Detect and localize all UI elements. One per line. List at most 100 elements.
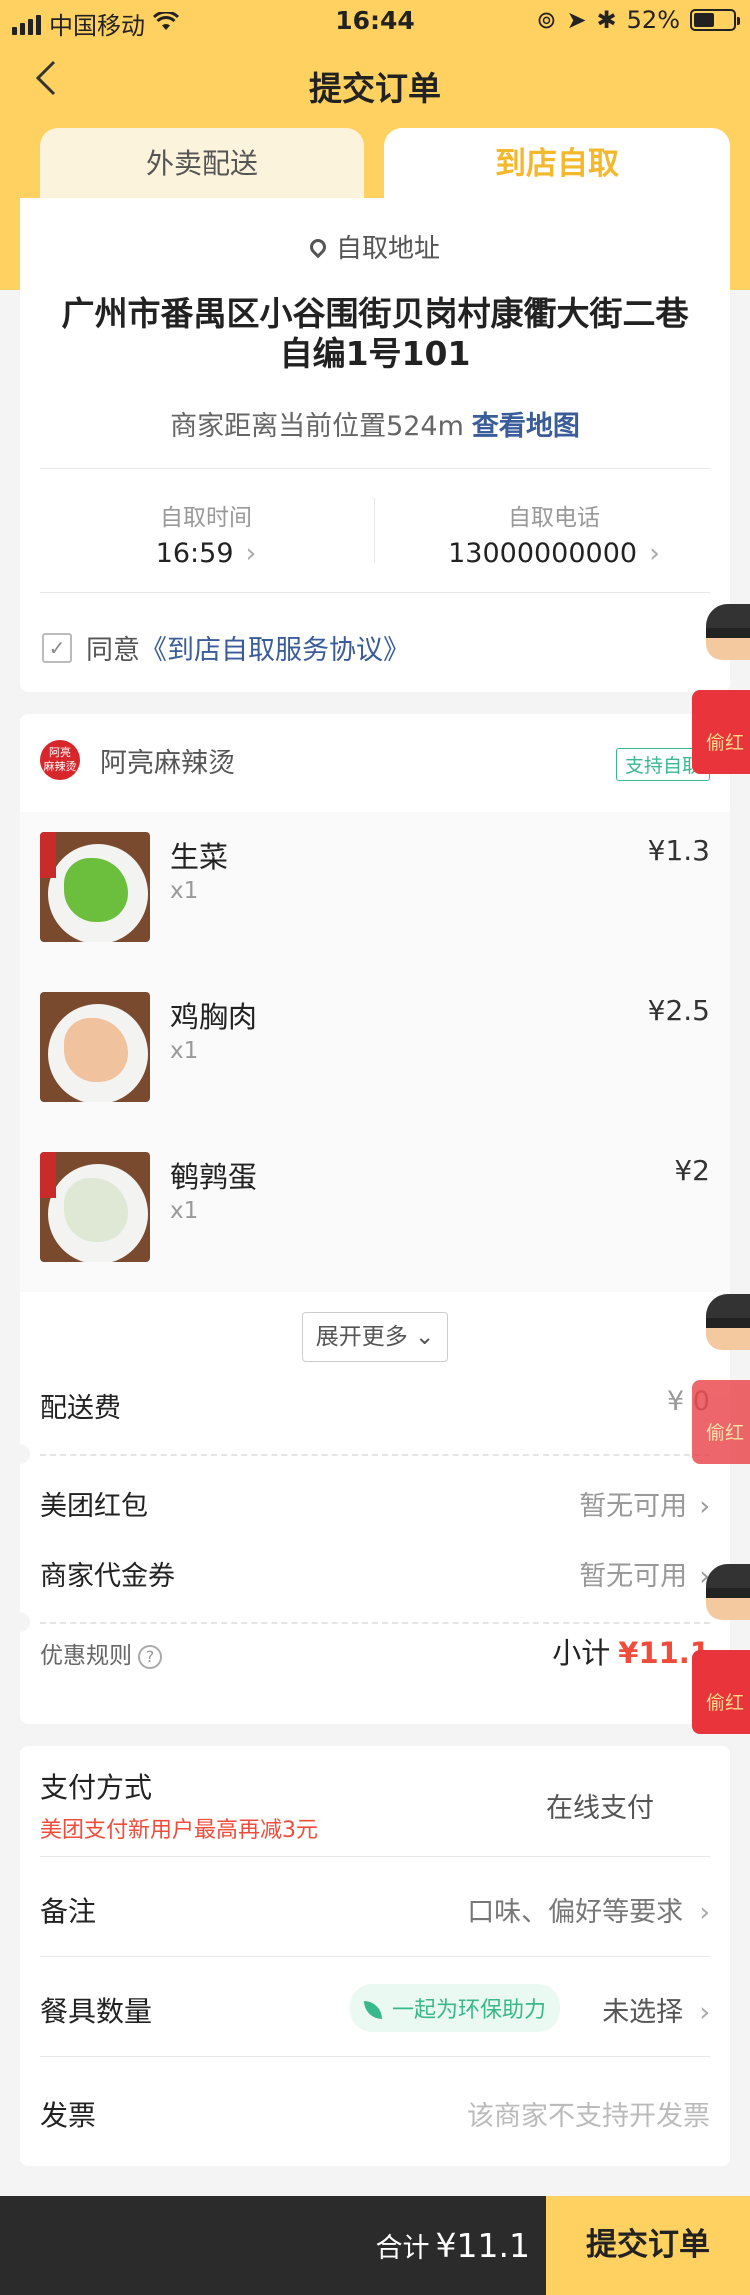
status-right: ⊚ ➤ ✱ 52% [536, 6, 740, 34]
expand-more-button[interactable]: 展开更多 ⌄ [302, 1312, 448, 1362]
floating-redpack[interactable]: 偷红 [692, 1564, 750, 1774]
help-icon[interactable]: ? [138, 1645, 162, 1669]
subtotal-label: 小计 [552, 1636, 611, 1670]
redpack-row[interactable]: 美团红包 暂无可用 › [40, 1484, 710, 1523]
pickup-phone-value: 13000000000 [448, 538, 638, 569]
delivery-fee-row: 配送费 ¥ 0 [40, 1386, 710, 1425]
chevron-down-icon: ⌄ [407, 1324, 435, 1350]
item-image [40, 992, 150, 1102]
nav-bar: 提交订单 [0, 40, 750, 128]
settings-card: 支付方式 美团支付新用户最高再减3元 在线支付 备注 口味、偏好等要求 › 餐具数… [20, 1746, 730, 2166]
floating-label: 偷红 [706, 1422, 745, 1444]
divider [40, 2056, 710, 2057]
divider [40, 468, 710, 469]
item-quantity: x1 [170, 878, 199, 904]
pickup-time-value: 16:59 [155, 538, 234, 569]
discount-rules-label: 优惠规则 [40, 1643, 132, 1669]
thief-avatar-icon [706, 1294, 750, 1350]
thief-avatar-icon [706, 604, 750, 660]
list-item: 鸡胸肉 x1 ¥2.5 [20, 972, 730, 1132]
remark-value: 口味、偏好等要求 › [467, 1897, 710, 1928]
checkout-bar: 合计 ¥11.1 提交订单 [0, 2196, 750, 2295]
divider [40, 592, 710, 593]
leaf-icon [363, 2001, 382, 2019]
distance-text: 商家距离当前位置524m [170, 411, 464, 442]
redpack-label: 美团红包 [40, 1491, 148, 1522]
tab-delivery[interactable]: 外卖配送 [40, 128, 364, 200]
eco-badge: 一起为环保助力 [349, 1984, 560, 2032]
invoice-value: 该商家不支持开发票 [467, 2101, 710, 2132]
distance-row: 商家距离当前位置524m 查看地图 [20, 404, 730, 443]
tab-pickup[interactable]: 到店自取 [384, 128, 730, 206]
expand-more-label: 展开更多 [315, 1324, 408, 1350]
dashed-divider [40, 1454, 710, 1456]
item-quantity: x1 [170, 1198, 199, 1224]
payment-row[interactable]: 支付方式 美团支付新用户最高再减3元 在线支付 [40, 1766, 710, 1843]
tableware-row[interactable]: 餐具数量 一起为环保助力 未选择 › [40, 1984, 710, 2032]
divider [40, 1956, 710, 1957]
total-label: 合计 [375, 2233, 430, 2264]
chevron-right-icon: › [649, 538, 660, 569]
pickup-phone-selector[interactable]: 自取电话 13000000000 › [384, 498, 724, 569]
pickup-phone-label: 自取电话 [508, 505, 600, 531]
item-name: 生菜 [170, 840, 229, 874]
red-envelope-icon: 偷红 [692, 1380, 750, 1464]
subtotal: 小计 ¥11.1 [552, 1630, 710, 1672]
item-price: ¥1.3 [647, 834, 710, 867]
payment-value: 在线支付 [546, 1793, 654, 1824]
status-bar: 中国移动 16:44 ⊚ ➤ ✱ 52% [0, 0, 750, 40]
vertical-divider [374, 498, 375, 562]
shop-header: 阿亮 麻辣烫 阿亮麻辣烫 [40, 740, 235, 780]
list-item: 生菜 x1 ¥1.3 [20, 812, 730, 972]
card-notch [10, 1444, 30, 1464]
floating-redpack[interactable]: 偷红 [692, 1294, 750, 1494]
discount-rules[interactable]: 优惠规则? [40, 1636, 162, 1670]
lock-rotation-icon: ⊚ [536, 6, 557, 34]
item-image [40, 1152, 150, 1262]
total-value: ¥11.1 [435, 2226, 530, 2265]
floating-label: 偷红 [706, 732, 745, 754]
order-total: 合计 ¥11.1 [376, 2196, 530, 2295]
battery-icon [690, 9, 740, 31]
chevron-right-icon: › [245, 538, 257, 569]
address-label: 自取地址 [20, 228, 730, 265]
voucher-value: 暂无可用 › [579, 1561, 710, 1592]
floating-redpack[interactable]: 偷红 [692, 604, 750, 814]
delivery-fee-label: 配送费 [40, 1393, 121, 1424]
tableware-value: 未选择 › [602, 1997, 710, 2028]
voucher-row[interactable]: 商家代金券 暂无可用 › [40, 1554, 710, 1593]
agreement-checkbox[interactable]: ✓ [42, 632, 72, 663]
thief-avatar-icon [706, 1564, 750, 1620]
agreement-row: ✓ 同意 《到店自取服务协议》 [42, 628, 410, 667]
invoice-row: 发票 该商家不支持开发票 [40, 2094, 710, 2134]
floating-label: 偷红 [706, 1692, 745, 1714]
shop-name: 阿亮麻辣烫 [100, 747, 235, 779]
card-notch [10, 1612, 30, 1632]
pickup-time-label: 自取时间 [160, 505, 252, 531]
location-pin-icon [306, 235, 330, 259]
item-name: 鹌鹑蛋 [170, 1160, 258, 1194]
item-price: ¥2 [674, 1154, 710, 1187]
agreement-prefix: 同意 [86, 635, 140, 666]
item-image [40, 832, 150, 942]
view-map-link[interactable]: 查看地图 [472, 411, 580, 442]
shop-logo: 阿亮 麻辣烫 [40, 740, 80, 780]
red-envelope-icon: 偷红 [692, 1650, 750, 1734]
dashed-divider [40, 1622, 710, 1624]
eco-text: 一起为环保助力 [391, 1998, 546, 2023]
battery-percent: 52% [626, 6, 680, 34]
location-arrow-icon: ➤ [566, 6, 587, 34]
red-envelope-icon: 偷红 [692, 690, 750, 774]
address-label-text: 自取地址 [335, 234, 440, 264]
bluetooth-icon: ✱ [596, 6, 617, 34]
pickup-time-selector[interactable]: 自取时间 16:59 › [36, 498, 376, 569]
item-name: 鸡胸肉 [170, 1000, 258, 1034]
pickup-address: 广州市番禺区小谷围街贝岗村康衢大街二巷自编1号101 [61, 294, 689, 373]
item-price: ¥2.5 [647, 994, 710, 1027]
list-item: 鹌鹑蛋 x1 ¥2 [20, 1132, 730, 1292]
agreement-link[interactable]: 《到店自取服务协议》 [140, 628, 410, 667]
remark-row[interactable]: 备注 口味、偏好等要求 › [40, 1890, 710, 1930]
redpack-value: 暂无可用 › [579, 1491, 710, 1522]
submit-order-button[interactable]: 提交订单 [546, 2196, 750, 2295]
voucher-label: 商家代金券 [40, 1561, 175, 1592]
